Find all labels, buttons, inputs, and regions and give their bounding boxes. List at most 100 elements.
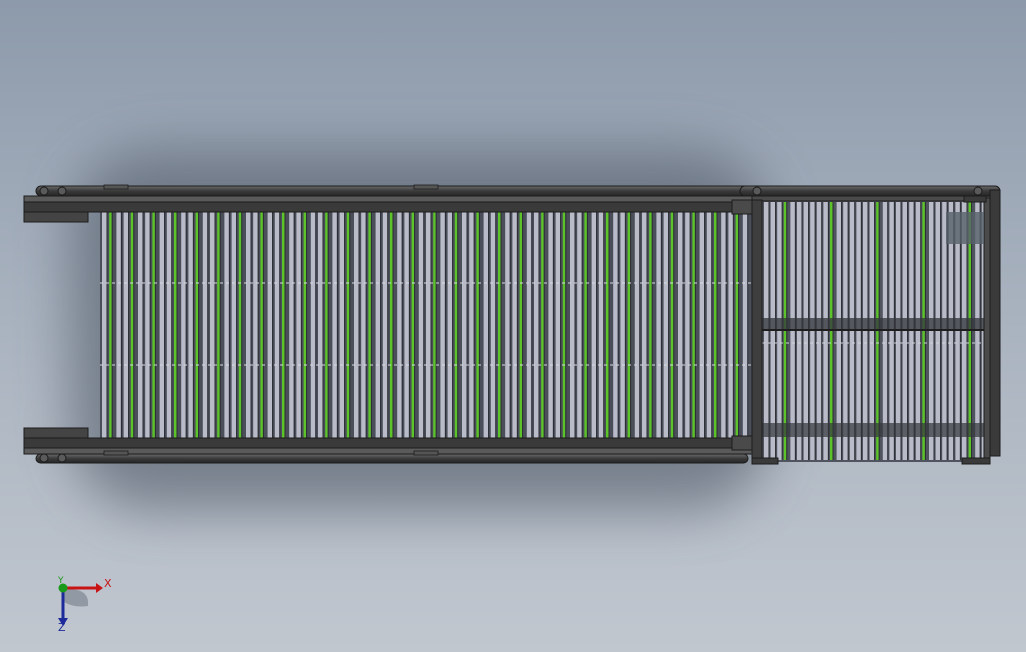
roller-slat-edge — [452, 212, 454, 438]
roller-slat — [714, 212, 717, 438]
roller-slat — [512, 212, 517, 438]
roller-slat — [397, 212, 402, 438]
conveyor-model-top-view[interactable] — [0, 0, 1026, 652]
roller-slat-edge — [250, 212, 252, 438]
roller-slat-edge — [732, 212, 734, 438]
roller-slat-edge — [682, 212, 684, 438]
roller-slat — [462, 212, 467, 438]
roller-slat — [174, 212, 177, 438]
roller-slat — [390, 212, 393, 438]
roller-slat — [591, 212, 597, 438]
roller-slat-edge — [552, 212, 554, 438]
roller-slat — [152, 212, 155, 438]
roller-slat-edge — [531, 212, 533, 438]
roller-slat — [224, 212, 229, 438]
roller-slat-edge — [133, 212, 135, 438]
roller-slat-edge — [120, 212, 122, 438]
roller-slat — [433, 212, 436, 438]
triad-y-label: Y — [58, 576, 64, 586]
roller-slat — [346, 212, 350, 438]
roller-slat — [505, 212, 510, 438]
roller-slat-edge — [111, 212, 113, 438]
roller-slat-edge — [322, 212, 324, 438]
roller-slat-edge — [358, 212, 360, 438]
roller-slat-edge — [624, 212, 626, 438]
roller-slat — [692, 212, 695, 438]
roller-slat-edge — [185, 212, 187, 438]
roller-slat — [102, 212, 107, 438]
roller-slat-edge — [694, 212, 696, 438]
roller-slat — [642, 212, 647, 438]
roller-slat-edge — [344, 212, 346, 438]
roller-slat-edge — [327, 212, 329, 438]
roller-slat — [685, 212, 690, 438]
roller-slat-edge — [478, 212, 480, 438]
roller-slat — [166, 212, 172, 438]
roller-slat-edge — [306, 212, 308, 438]
roller-slat-edge — [293, 212, 295, 438]
roller-slat-edge — [668, 212, 670, 438]
roller-slat-edge — [522, 212, 524, 438]
roller-slat-edge — [315, 212, 317, 438]
roller-slat — [116, 212, 121, 438]
roller-slat-edge — [228, 212, 230, 438]
roller-slat-edge — [738, 212, 740, 438]
roller-slat-edge — [149, 212, 151, 438]
roller-slat-edge — [617, 212, 619, 438]
roller-slat-edge — [560, 212, 562, 438]
roller-slat — [289, 212, 294, 438]
roller-slat-edge — [365, 212, 367, 438]
roller-slat — [469, 212, 474, 438]
roller-slat-edge — [387, 212, 389, 438]
roller-slat — [620, 212, 625, 438]
roller-slat-edge — [219, 212, 221, 438]
roller-slat-edge — [716, 212, 718, 438]
roller-slat-edge — [164, 212, 166, 438]
roller-slat-edge — [214, 212, 216, 438]
roller-slat — [411, 212, 415, 438]
cad-graphics-viewport[interactable]: X Y Z — [0, 0, 1026, 652]
roller-slat — [202, 212, 208, 438]
roller-slat — [332, 212, 337, 438]
roller-slat-edge — [300, 212, 302, 438]
roller-slat-edge — [414, 212, 416, 438]
roller-slat — [159, 212, 165, 438]
triad-x-label: X — [104, 577, 112, 590]
roller-slat-edge — [488, 212, 490, 438]
roller-slat — [440, 212, 445, 438]
roller-slat — [490, 212, 496, 438]
roller-slat — [663, 212, 669, 438]
roller-slat — [260, 212, 263, 438]
roller-slat — [548, 212, 553, 438]
roller-slat — [303, 212, 307, 438]
roller-slat — [627, 212, 631, 438]
roller-slat — [325, 212, 328, 438]
roller-slat-edge — [689, 212, 691, 438]
roller-slat — [634, 212, 640, 438]
roller-slat-edge — [711, 212, 713, 438]
roller-slat-edge — [336, 212, 338, 438]
roller-slat-edge — [106, 212, 108, 438]
roller-slat-edge — [565, 212, 567, 438]
roller-slat-edge — [473, 212, 475, 438]
roller-slat-edge — [725, 212, 727, 438]
roller-slat-edge — [262, 212, 264, 438]
roller-slat-edge — [630, 212, 632, 438]
roller-slat — [706, 212, 712, 438]
roller-slat-edge — [241, 212, 243, 438]
roller-slat-edge — [236, 212, 238, 438]
roller-slat-edge — [392, 212, 394, 438]
roller-slat-edge — [646, 212, 648, 438]
roller-slat — [534, 212, 539, 438]
roller-slat-edge — [747, 212, 749, 438]
roller-slat-edge — [349, 212, 351, 438]
roller-slat-edge — [603, 212, 605, 438]
roller-slat-edge — [673, 212, 675, 438]
roller-slat — [721, 212, 726, 438]
roller-slat — [318, 212, 323, 438]
roller-slat-edge — [516, 212, 518, 438]
roller-slat-edge — [408, 212, 410, 438]
roller-slat-edge — [279, 212, 281, 438]
roller-slat — [476, 212, 479, 438]
roller-slat — [361, 212, 366, 438]
